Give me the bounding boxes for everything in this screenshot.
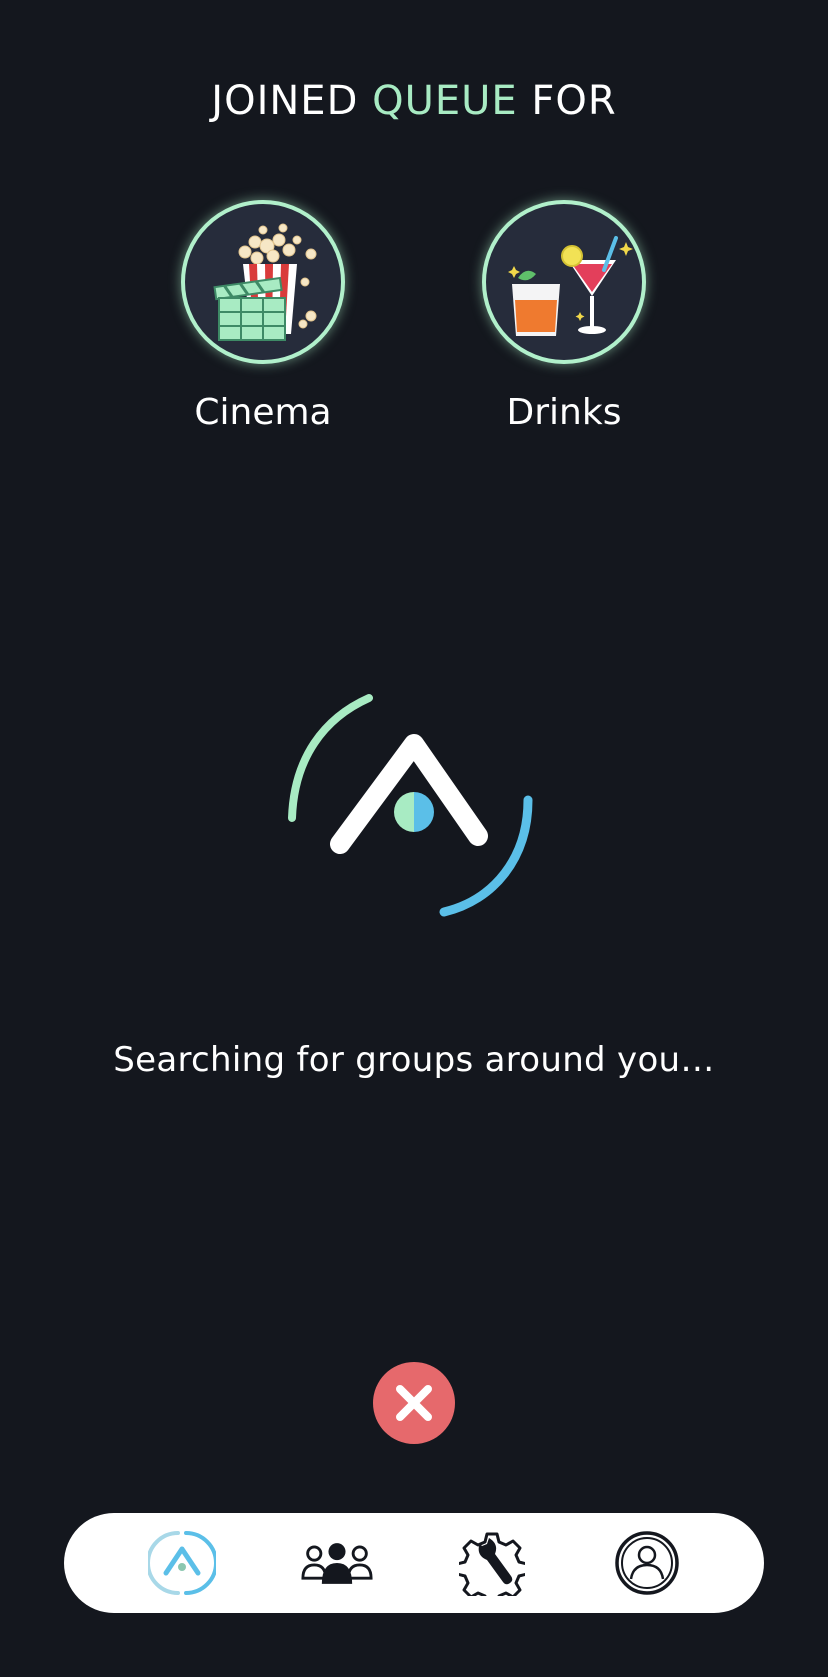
title-prefix: JOINED bbox=[211, 78, 373, 124]
category-label-cinema: Cinema bbox=[194, 392, 332, 433]
category-cinema: Cinema bbox=[177, 200, 349, 433]
user-icon bbox=[614, 1531, 679, 1595]
category-label-drinks: Drinks bbox=[506, 392, 622, 433]
title-suffix: FOR bbox=[517, 78, 617, 124]
nav-item-settings[interactable] bbox=[456, 1527, 528, 1599]
nav-item-groups[interactable] bbox=[300, 1527, 373, 1599]
title-accent: QUEUE bbox=[372, 78, 518, 124]
cancel-queue-button[interactable] bbox=[373, 1362, 455, 1444]
app-logo-loader-icon bbox=[288, 694, 533, 917]
cocktail-glasses-icon bbox=[508, 236, 633, 336]
page-title: JOINED QUEUE FOR bbox=[0, 78, 828, 124]
nav-item-home[interactable] bbox=[146, 1527, 218, 1599]
drinks-circle bbox=[482, 200, 646, 364]
cinema-circle bbox=[181, 200, 345, 364]
category-drinks: Drinks bbox=[478, 200, 650, 433]
popcorn-clapperboard-icon bbox=[213, 223, 317, 341]
queue-screen: JOINED QUEUE FOR Cinema Drinks Searching… bbox=[0, 0, 828, 1677]
app-logo-icon bbox=[147, 1531, 216, 1595]
close-icon bbox=[396, 1385, 432, 1421]
nav-item-profile[interactable] bbox=[611, 1527, 683, 1599]
wrench-gear-icon bbox=[458, 1532, 525, 1596]
status-text: Searching for groups around you… bbox=[113, 1040, 715, 1080]
people-icon bbox=[300, 1543, 373, 1584]
bottom-nav bbox=[64, 1513, 764, 1613]
